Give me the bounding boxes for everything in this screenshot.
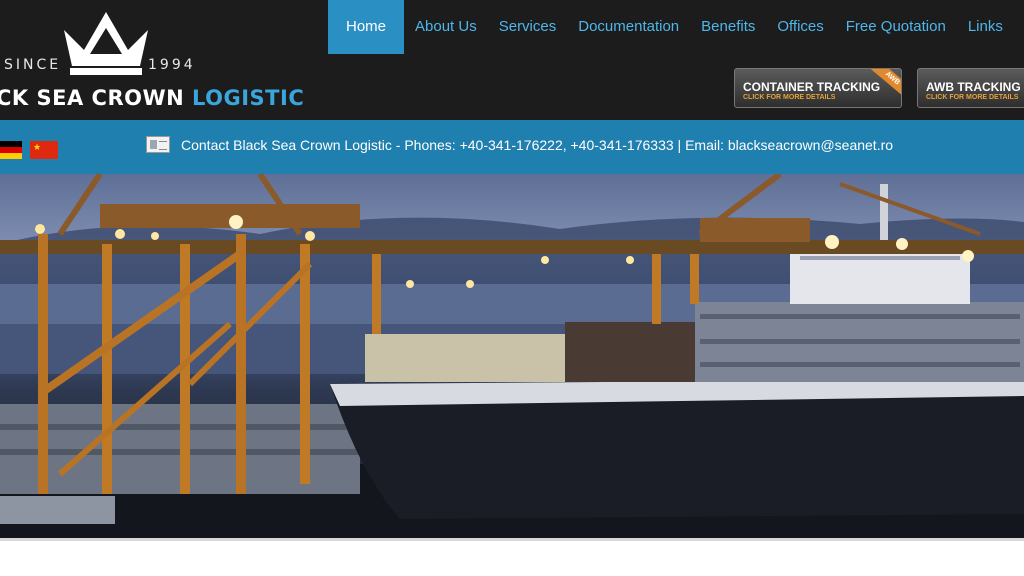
logo-year: 1994 [148,57,196,73]
awb-tracking-button[interactable]: AWB TRACKING CLICK FOR MORE DETAILS [917,68,1024,108]
nav-home[interactable]: Home [328,0,405,54]
logo-since: SINCE [4,57,62,73]
container-tracking-button[interactable]: CONTAINER TRACKING CLICK FOR MORE DETAIL… [734,68,902,108]
contact-card-icon [146,136,170,153]
nav-documentation[interactable]: Documentation [567,0,690,54]
banner-bottom-divider [0,538,1024,541]
site-header: SINCE 1994 CK SEA CROWN LOGISTIC Home Ab… [0,0,1024,120]
main-nav: Home About Us Services Documentation Ben… [328,0,1014,54]
nav-offices[interactable]: Offices [766,0,834,54]
awb-tracking-title: AWB TRACKING [926,80,1021,94]
contact-info-text: Contact Black Sea Crown Logistic - Phone… [181,137,894,153]
nav-links[interactable]: Links [957,0,1014,54]
hero-banner-image [0,174,1024,538]
crown-icon [64,12,148,75]
site-logo[interactable]: SINCE 1994 CK SEA CROWN LOGISTIC [0,0,304,120]
german-flag-icon[interactable] [0,141,22,159]
nav-free-quotation[interactable]: Free Quotation [835,0,957,54]
awb-tracking-sub: CLICK FOR MORE DETAILS [926,94,1019,101]
port-scene-illustration [0,174,1024,538]
brand-name-white: CK SEA CROWN [0,86,185,110]
logo-brand-name: CK SEA CROWN LOGISTIC [0,86,304,110]
chinese-flag-icon[interactable]: ★ [30,141,58,159]
nav-services[interactable]: Services [488,0,568,54]
container-tracking-title: CONTAINER TRACKING [743,80,881,94]
brand-name-blue: LOGISTIC [192,86,305,110]
nav-about-us[interactable]: About Us [404,0,488,54]
nav-benefits[interactable]: Benefits [690,0,766,54]
container-tracking-sub: CLICK FOR MORE DETAILS [743,94,836,101]
